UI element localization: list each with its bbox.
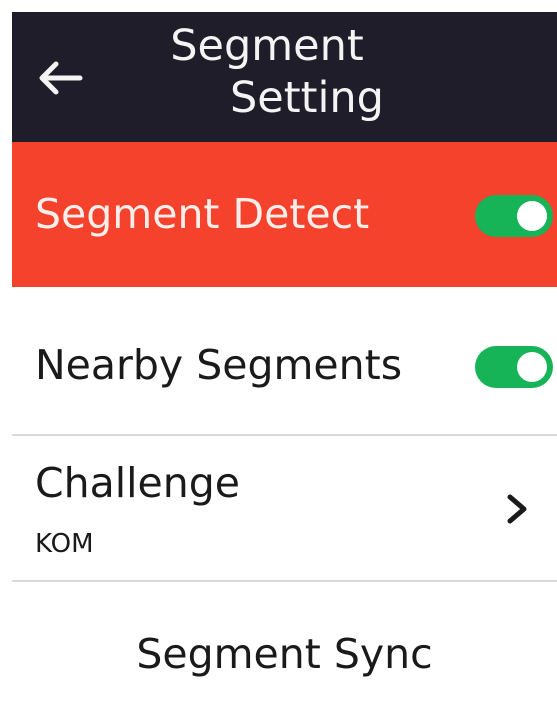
segment-sync-row[interactable]: Segment Sync	[12, 582, 557, 724]
segment-sync-button[interactable]: Segment Sync	[12, 630, 557, 678]
chevron-right-icon[interactable]	[502, 489, 532, 529]
page-title-line1: Segment	[170, 21, 364, 71]
challenge-label: Challenge	[35, 459, 240, 507]
nearby-segments-label: Nearby Segments	[35, 341, 403, 389]
nearby-segments-row[interactable]: Nearby Segments	[12, 290, 557, 435]
segment-detect-label: Segment Detect	[35, 190, 370, 238]
segment-setting-screen: Segment Setting Segment Detect Nearby Se…	[0, 0, 557, 724]
header-bar: Segment Setting	[12, 12, 557, 142]
segment-detect-toggle[interactable]	[475, 195, 553, 237]
toggle-knob	[517, 352, 547, 382]
divider	[12, 434, 557, 436]
toggle-knob	[517, 201, 547, 231]
nearby-segments-toggle[interactable]	[475, 346, 553, 388]
segment-detect-row[interactable]: Segment Detect	[12, 142, 557, 287]
page-title-line2: Setting	[230, 73, 384, 123]
challenge-value: KOM	[35, 529, 94, 559]
challenge-row[interactable]: Challenge KOM	[12, 437, 557, 582]
page-title: Segment Setting	[122, 20, 462, 124]
